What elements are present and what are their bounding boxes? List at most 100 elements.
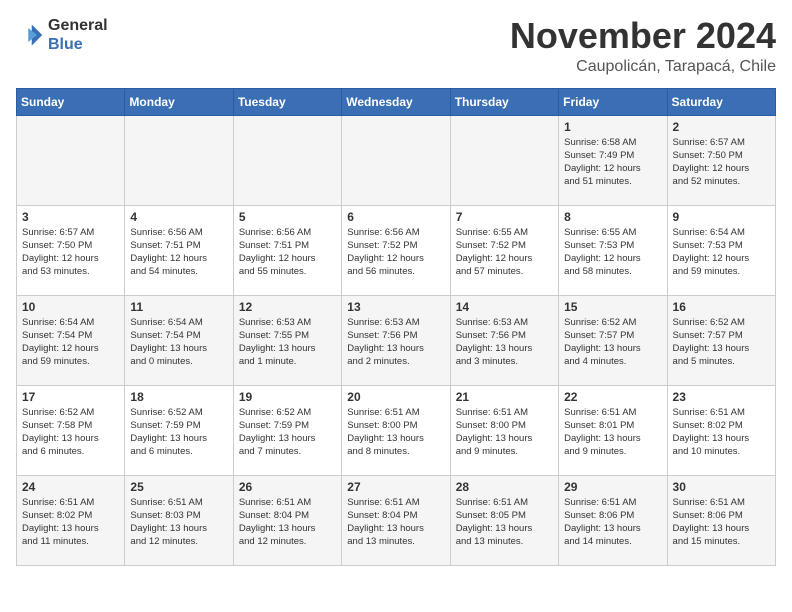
- header-friday: Friday: [559, 88, 667, 115]
- calendar-cell: 7 Sunrise: 6:55 AM Sunset: 7:52 PM Daylig…: [450, 205, 558, 295]
- day-number: 6: [347, 210, 444, 224]
- day-info: Sunrise: 6:51 AM Sunset: 8:06 PM Dayligh…: [673, 496, 770, 549]
- day-number: 8: [564, 210, 661, 224]
- day-info: Sunrise: 6:52 AM Sunset: 7:59 PM Dayligh…: [130, 406, 227, 459]
- calendar-cell: [450, 115, 558, 205]
- calendar-header-row: SundayMondayTuesdayWednesdayThursdayFrid…: [17, 88, 776, 115]
- calendar-cell: 15 Sunrise: 6:52 AM Sunset: 7:57 PM Dayli…: [559, 295, 667, 385]
- day-info: Sunrise: 6:58 AM Sunset: 7:49 PM Dayligh…: [564, 136, 661, 189]
- day-info: Sunrise: 6:51 AM Sunset: 8:00 PM Dayligh…: [456, 406, 553, 459]
- calendar-cell: 10 Sunrise: 6:54 AM Sunset: 7:54 PM Dayli…: [17, 295, 125, 385]
- day-number: 7: [456, 210, 553, 224]
- day-info: Sunrise: 6:56 AM Sunset: 7:51 PM Dayligh…: [239, 226, 336, 279]
- day-info: Sunrise: 6:51 AM Sunset: 8:03 PM Dayligh…: [130, 496, 227, 549]
- header-sunday: Sunday: [17, 88, 125, 115]
- calendar-cell: 19 Sunrise: 6:52 AM Sunset: 7:59 PM Dayli…: [233, 385, 341, 475]
- day-number: 4: [130, 210, 227, 224]
- calendar-cell: 14 Sunrise: 6:53 AM Sunset: 7:56 PM Dayli…: [450, 295, 558, 385]
- day-number: 29: [564, 480, 661, 494]
- page-header: General Blue November 2024 Caupolicán, T…: [16, 16, 776, 76]
- day-number: 10: [22, 300, 119, 314]
- week-row-5: 24 Sunrise: 6:51 AM Sunset: 8:02 PM Dayli…: [17, 475, 776, 565]
- day-info: Sunrise: 6:54 AM Sunset: 7:54 PM Dayligh…: [22, 316, 119, 369]
- day-number: 11: [130, 300, 227, 314]
- day-info: Sunrise: 6:52 AM Sunset: 7:59 PM Dayligh…: [239, 406, 336, 459]
- day-number: 22: [564, 390, 661, 404]
- day-info: Sunrise: 6:53 AM Sunset: 7:56 PM Dayligh…: [456, 316, 553, 369]
- calendar-cell: [17, 115, 125, 205]
- day-number: 14: [456, 300, 553, 314]
- day-number: 19: [239, 390, 336, 404]
- day-info: Sunrise: 6:51 AM Sunset: 8:00 PM Dayligh…: [347, 406, 444, 459]
- calendar-cell: [125, 115, 233, 205]
- day-number: 13: [347, 300, 444, 314]
- calendar-cell: 23 Sunrise: 6:51 AM Sunset: 8:02 PM Dayli…: [667, 385, 775, 475]
- day-info: Sunrise: 6:56 AM Sunset: 7:51 PM Dayligh…: [130, 226, 227, 279]
- day-number: 3: [22, 210, 119, 224]
- day-info: Sunrise: 6:51 AM Sunset: 8:02 PM Dayligh…: [673, 406, 770, 459]
- calendar-cell: 8 Sunrise: 6:55 AM Sunset: 7:53 PM Daylig…: [559, 205, 667, 295]
- day-info: Sunrise: 6:55 AM Sunset: 7:53 PM Dayligh…: [564, 226, 661, 279]
- calendar-cell: 1 Sunrise: 6:58 AM Sunset: 7:49 PM Daylig…: [559, 115, 667, 205]
- day-number: 9: [673, 210, 770, 224]
- day-info: Sunrise: 6:55 AM Sunset: 7:52 PM Dayligh…: [456, 226, 553, 279]
- calendar-cell: 2Sunrise: 6:57 AM Sunset: 7:50 PM Daylig…: [667, 115, 775, 205]
- logo-icon: [16, 21, 44, 49]
- calendar-cell: 13 Sunrise: 6:53 AM Sunset: 7:56 PM Dayli…: [342, 295, 450, 385]
- calendar-cell: 25Sunrise: 6:51 AM Sunset: 8:03 PM Dayli…: [125, 475, 233, 565]
- calendar-cell: 4 Sunrise: 6:56 AM Sunset: 7:51 PM Daylig…: [125, 205, 233, 295]
- week-row-2: 3 Sunrise: 6:57 AM Sunset: 7:50 PM Daylig…: [17, 205, 776, 295]
- logo-text: General Blue: [48, 16, 108, 54]
- day-info: Sunrise: 6:53 AM Sunset: 7:55 PM Dayligh…: [239, 316, 336, 369]
- logo: General Blue: [16, 16, 108, 54]
- day-number: 18: [130, 390, 227, 404]
- day-number: 23: [673, 390, 770, 404]
- header-saturday: Saturday: [667, 88, 775, 115]
- day-number: 20: [347, 390, 444, 404]
- day-info: Sunrise: 6:52 AM Sunset: 7:57 PM Dayligh…: [564, 316, 661, 369]
- day-number: 16: [673, 300, 770, 314]
- day-info: Sunrise: 6:54 AM Sunset: 7:54 PM Dayligh…: [130, 316, 227, 369]
- day-number: 15: [564, 300, 661, 314]
- header-thursday: Thursday: [450, 88, 558, 115]
- day-info: Sunrise: 6:52 AM Sunset: 7:57 PM Dayligh…: [673, 316, 770, 369]
- calendar-cell: [342, 115, 450, 205]
- day-info: Sunrise: 6:51 AM Sunset: 8:02 PM Dayligh…: [22, 496, 119, 549]
- week-row-3: 10 Sunrise: 6:54 AM Sunset: 7:54 PM Dayli…: [17, 295, 776, 385]
- calendar-cell: 21 Sunrise: 6:51 AM Sunset: 8:00 PM Dayli…: [450, 385, 558, 475]
- calendar-cell: 3 Sunrise: 6:57 AM Sunset: 7:50 PM Daylig…: [17, 205, 125, 295]
- week-row-4: 17 Sunrise: 6:52 AM Sunset: 7:58 PM Dayli…: [17, 385, 776, 475]
- day-number: 1: [564, 120, 661, 134]
- day-number: 28: [456, 480, 553, 494]
- calendar-cell: 29 Sunrise: 6:51 AM Sunset: 8:06 PM Dayli…: [559, 475, 667, 565]
- day-number: 30: [673, 480, 770, 494]
- day-info: Sunrise: 6:51 AM Sunset: 8:06 PM Dayligh…: [564, 496, 661, 549]
- calendar-cell: 6Sunrise: 6:56 AM Sunset: 7:52 PM Daylig…: [342, 205, 450, 295]
- day-number: 24: [22, 480, 119, 494]
- calendar-cell: 12Sunrise: 6:53 AM Sunset: 7:55 PM Dayli…: [233, 295, 341, 385]
- calendar-cell: 28 Sunrise: 6:51 AM Sunset: 8:05 PM Dayli…: [450, 475, 558, 565]
- header-tuesday: Tuesday: [233, 88, 341, 115]
- calendar-cell: 5Sunrise: 6:56 AM Sunset: 7:51 PM Daylig…: [233, 205, 341, 295]
- week-row-1: 1 Sunrise: 6:58 AM Sunset: 7:49 PM Daylig…: [17, 115, 776, 205]
- calendar-cell: 17 Sunrise: 6:52 AM Sunset: 7:58 PM Dayli…: [17, 385, 125, 475]
- day-info: Sunrise: 6:51 AM Sunset: 8:04 PM Dayligh…: [239, 496, 336, 549]
- header-wednesday: Wednesday: [342, 88, 450, 115]
- calendar-cell: 30 Sunrise: 6:51 AM Sunset: 8:06 PM Dayli…: [667, 475, 775, 565]
- title-block: November 2024 Caupolicán, Tarapacá, Chil…: [510, 16, 776, 76]
- calendar-cell: 11 Sunrise: 6:54 AM Sunset: 7:54 PM Dayli…: [125, 295, 233, 385]
- day-number: 17: [22, 390, 119, 404]
- day-number: 27: [347, 480, 444, 494]
- header-monday: Monday: [125, 88, 233, 115]
- day-info: Sunrise: 6:53 AM Sunset: 7:56 PM Dayligh…: [347, 316, 444, 369]
- day-number: 21: [456, 390, 553, 404]
- month-title: November 2024: [510, 16, 776, 56]
- day-info: Sunrise: 6:57 AM Sunset: 7:50 PM Dayligh…: [22, 226, 119, 279]
- calendar-cell: 24 Sunrise: 6:51 AM Sunset: 8:02 PM Dayli…: [17, 475, 125, 565]
- location-title: Caupolicán, Tarapacá, Chile: [510, 58, 776, 76]
- day-info: Sunrise: 6:57 AM Sunset: 7:50 PM Dayligh…: [673, 136, 770, 189]
- day-info: Sunrise: 6:51 AM Sunset: 8:04 PM Dayligh…: [347, 496, 444, 549]
- day-info: Sunrise: 6:51 AM Sunset: 8:05 PM Dayligh…: [456, 496, 553, 549]
- day-info: Sunrise: 6:52 AM Sunset: 7:58 PM Dayligh…: [22, 406, 119, 459]
- calendar-cell: 22Sunrise: 6:51 AM Sunset: 8:01 PM Dayli…: [559, 385, 667, 475]
